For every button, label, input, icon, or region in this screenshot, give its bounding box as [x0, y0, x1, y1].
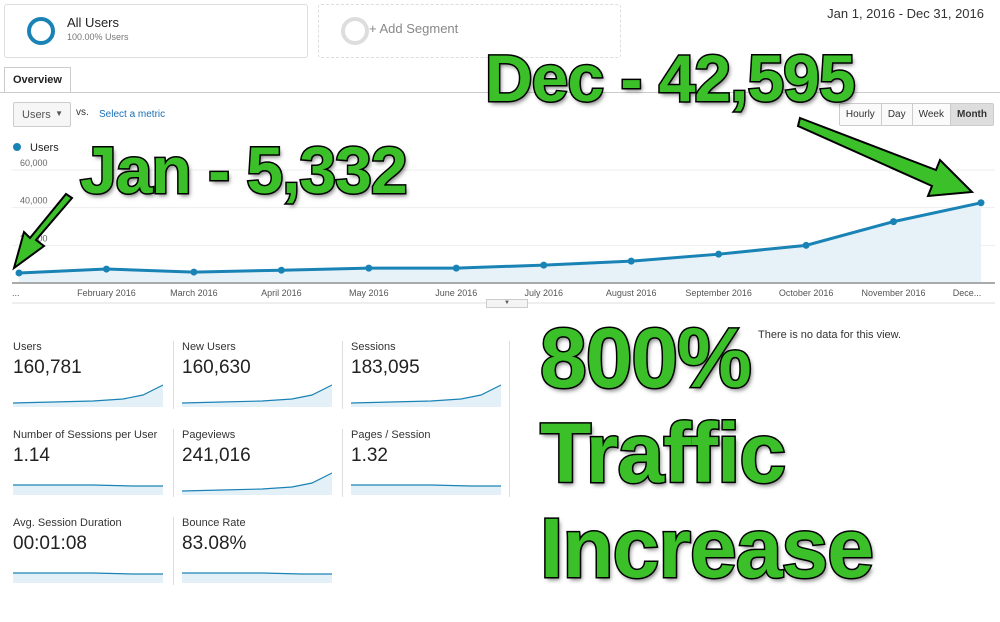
arrow-icon-dec — [796, 116, 975, 198]
arrow-icon-jan — [12, 192, 74, 271]
annotation-arrows — [12, 116, 975, 271]
